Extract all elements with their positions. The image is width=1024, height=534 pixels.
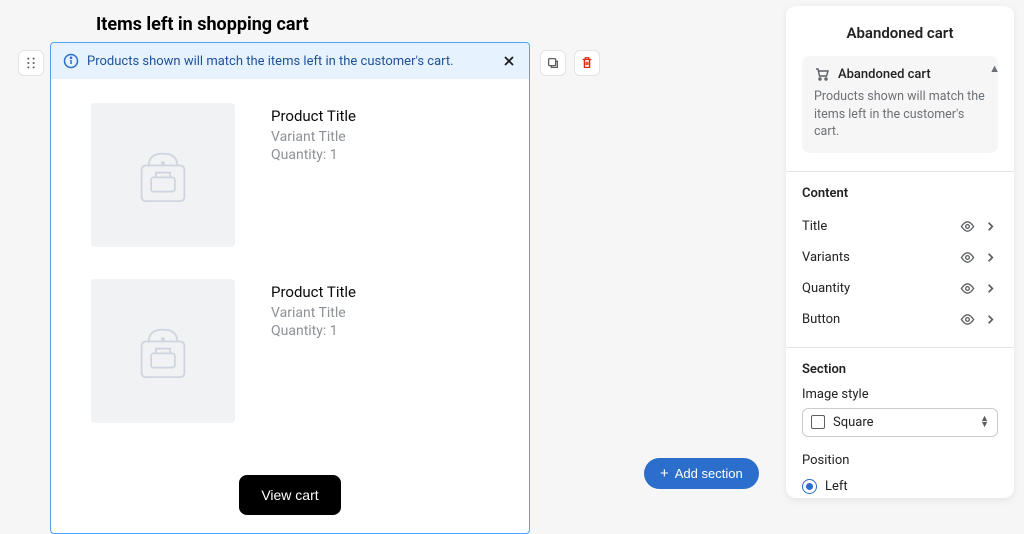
- chevron-right-icon: [983, 219, 998, 234]
- plus-icon: +: [660, 466, 669, 481]
- content-row-title[interactable]: Title: [802, 211, 998, 242]
- content-row-button[interactable]: Button: [802, 304, 998, 335]
- duplicate-icon: [546, 56, 560, 70]
- product-quantity: Quantity: 1: [271, 147, 356, 163]
- info-icon: [63, 53, 79, 69]
- content-row-label: Title: [802, 219, 827, 234]
- card-collapse-icon[interactable]: ▲: [989, 62, 1000, 75]
- product-variant: Variant Title: [271, 129, 356, 145]
- square-icon: [811, 415, 825, 429]
- section-heading: Section: [802, 362, 998, 377]
- product-title: Product Title: [271, 283, 356, 301]
- product-quantity: Quantity: 1: [271, 323, 356, 339]
- info-banner: Products shown will match the items left…: [51, 43, 529, 79]
- trash-icon: [580, 56, 594, 70]
- content-heading: Content: [802, 186, 998, 201]
- image-style-value: Square: [833, 415, 874, 430]
- product-title: Product Title: [271, 107, 356, 125]
- card-description: Products shown will match the items left…: [814, 88, 986, 141]
- content-row-label: Quantity: [802, 281, 850, 296]
- product-image-placeholder: [91, 103, 235, 247]
- settings-panel: Abandoned cart ▲ Abandoned cart Products…: [786, 6, 1014, 498]
- content-row-quantity[interactable]: Quantity: [802, 273, 998, 304]
- eye-icon[interactable]: [960, 250, 975, 265]
- section-title: Items left in shopping cart: [96, 14, 309, 35]
- content-row-variants[interactable]: Variants: [802, 242, 998, 273]
- panel-info-card: ▲ Abandoned cart Products shown will mat…: [802, 56, 998, 153]
- radio-icon: [802, 479, 817, 494]
- products-list: Product Title Variant Title Quantity: 1 …: [51, 79, 529, 475]
- product-row: Product Title Variant Title Quantity: 1: [91, 279, 489, 423]
- view-cart-button[interactable]: View cart: [239, 475, 340, 515]
- radio-label: Left: [825, 479, 848, 494]
- content-row-label: Variants: [802, 250, 850, 265]
- card-title: Abandoned cart: [838, 67, 931, 82]
- divider: [786, 347, 1014, 348]
- drag-icon: [24, 56, 38, 70]
- eye-icon[interactable]: [960, 219, 975, 234]
- drag-handle[interactable]: [18, 50, 44, 76]
- chevron-right-icon: [983, 281, 998, 296]
- eye-icon[interactable]: [960, 281, 975, 296]
- eye-icon[interactable]: [960, 312, 975, 327]
- delete-button[interactable]: [574, 50, 600, 76]
- select-chevrons-icon: ▲▼: [980, 416, 989, 429]
- close-icon[interactable]: [501, 53, 517, 69]
- add-section-button[interactable]: + Add section: [644, 458, 759, 489]
- position-label: Position: [802, 453, 998, 468]
- cart-icon: [814, 66, 830, 82]
- backpack-icon: [125, 137, 201, 213]
- product-row: Product Title Variant Title Quantity: 1: [91, 103, 489, 247]
- duplicate-button[interactable]: [540, 50, 566, 76]
- position-radio-left[interactable]: Left: [802, 474, 998, 497]
- content-row-label: Button: [802, 312, 840, 327]
- divider: [786, 171, 1014, 172]
- info-banner-text: Products shown will match the items left…: [87, 54, 454, 69]
- product-variant: Variant Title: [271, 305, 356, 321]
- image-style-label: Image style: [802, 387, 998, 402]
- image-style-select[interactable]: Square ▲▼: [802, 408, 998, 437]
- product-image-placeholder: [91, 279, 235, 423]
- chevron-right-icon: [983, 312, 998, 327]
- chevron-right-icon: [983, 250, 998, 265]
- abandoned-cart-block[interactable]: Products shown will match the items left…: [50, 42, 530, 534]
- backpack-icon: [125, 313, 201, 389]
- add-section-label: Add section: [675, 466, 743, 481]
- panel-header: Abandoned cart: [786, 6, 1014, 56]
